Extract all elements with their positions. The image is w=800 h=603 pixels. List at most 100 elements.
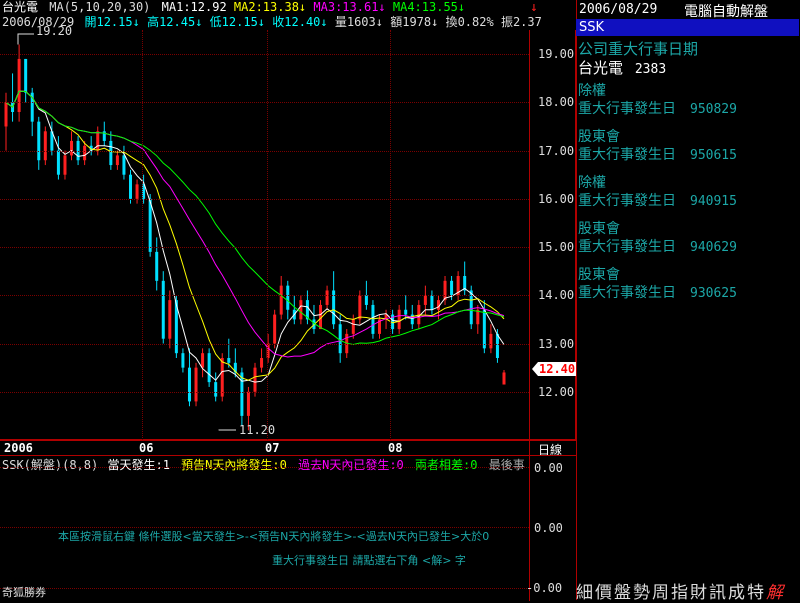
tab-7[interactable]: 訊 <box>709 578 726 600</box>
candle-body[interactable] <box>398 310 401 329</box>
candle-body[interactable] <box>299 300 302 319</box>
event-row[interactable]: 重大行事發生日950615 <box>578 144 737 164</box>
indicator-ytick: 0.00 <box>534 521 563 535</box>
candle-body[interactable] <box>444 281 447 300</box>
candle-body[interactable] <box>358 295 361 319</box>
panel-stock-name: 台光電 <box>578 59 623 77</box>
candle-body[interactable] <box>476 310 479 324</box>
candle-body[interactable] <box>201 353 204 367</box>
stock-name[interactable]: 台光電 <box>2 0 38 14</box>
candle-body[interactable] <box>214 382 217 396</box>
event-row[interactable]: 重大行事發生日940629 <box>578 236 737 256</box>
candle-body[interactable] <box>496 334 499 358</box>
candle-body[interactable] <box>44 131 47 160</box>
event-label: 重大行事發生日 <box>578 285 676 301</box>
panel-title: 電腦自動解盤 <box>684 1 768 21</box>
candle-body[interactable] <box>352 319 355 333</box>
candle-body[interactable] <box>273 315 276 344</box>
candle-body[interactable] <box>489 334 492 348</box>
candle-body[interactable] <box>339 324 342 353</box>
indicator-gridline <box>0 588 529 589</box>
price-gridline <box>0 344 529 345</box>
header-line-2: 2006/08/29 開12.15↓ 高12.45↓ 低12.15↓ 收12.4… <box>2 15 542 29</box>
candle-body[interactable] <box>254 368 257 392</box>
candle-body[interactable] <box>136 184 139 198</box>
candle-body[interactable] <box>18 59 21 112</box>
candle-body[interactable] <box>70 141 73 155</box>
software-brand: 奇狐勝券 <box>2 584 46 600</box>
tab-10[interactable]: 解 <box>766 578 783 600</box>
candle-body[interactable] <box>450 281 453 295</box>
tab-4[interactable]: 周 <box>652 578 669 600</box>
event-type[interactable]: 股東會 <box>578 264 620 284</box>
tab-5[interactable]: 指 <box>671 578 688 600</box>
event-type[interactable]: 股東會 <box>578 218 620 238</box>
high-price: 高12.45↓ <box>147 15 202 29</box>
event-row[interactable]: 重大行事發生日940915 <box>578 190 737 210</box>
down-arrow-icon[interactable]: ↓ <box>530 0 538 15</box>
candle-body[interactable] <box>5 102 8 126</box>
candle-body[interactable] <box>240 372 243 415</box>
candle-body[interactable] <box>155 252 158 281</box>
tab-6[interactable]: 財 <box>690 578 707 600</box>
tab-8[interactable]: 成 <box>728 578 745 600</box>
candle-body[interactable] <box>96 131 99 150</box>
price-chart[interactable] <box>0 30 530 440</box>
indicator-last: 最後事 <box>489 458 525 472</box>
event-type[interactable]: 除權 <box>578 172 606 192</box>
candle-body[interactable] <box>63 155 66 174</box>
candle-body[interactable] <box>371 305 374 334</box>
candle-body[interactable] <box>37 122 40 161</box>
candle-body[interactable] <box>162 281 165 339</box>
panel-date: 2006/08/29 <box>579 2 657 17</box>
amplitude: 振2.37 <box>501 15 542 29</box>
panel-stock-code: 2383 <box>635 62 666 77</box>
candle-body[interactable] <box>247 392 250 416</box>
candle-body[interactable] <box>365 295 368 305</box>
candle-body[interactable] <box>208 353 211 382</box>
candle-body[interactable] <box>24 59 27 93</box>
tab-1[interactable]: 價 <box>595 578 612 600</box>
candle-body[interactable] <box>424 295 427 305</box>
x-label-2006: 2006 <box>4 441 33 455</box>
time-gridline <box>142 30 143 440</box>
candle-body[interactable] <box>404 310 407 315</box>
event-date: 940629 <box>690 240 737 255</box>
event-type[interactable]: 除權 <box>578 80 606 100</box>
event-row[interactable]: 重大行事發生日930625 <box>578 282 737 302</box>
candle-body[interactable] <box>116 155 119 165</box>
indicator-panel[interactable]: SSK(解盤)(8,8) 當天發生:1 預告N天內將發生:0 過去N天內已發生:… <box>0 455 576 601</box>
candle-body[interactable] <box>195 368 198 402</box>
candle-body[interactable] <box>227 358 230 363</box>
tab-3[interactable]: 勢 <box>633 578 650 600</box>
candle-body[interactable] <box>503 372 506 384</box>
candle-body[interactable] <box>129 175 132 199</box>
ma-params[interactable]: MA(5,10,20,30) <box>49 0 150 14</box>
candle-body[interactable] <box>286 286 289 310</box>
ma2-value: MA2:13.38↓ <box>234 0 306 14</box>
ma1-value: MA1:12.92 <box>162 0 227 14</box>
event-row[interactable]: 重大行事發生日950829 <box>578 98 737 118</box>
candle-body[interactable] <box>188 368 191 402</box>
candle-body[interactable] <box>260 358 263 368</box>
candle-body[interactable] <box>181 353 184 367</box>
candle-body[interactable] <box>280 286 283 315</box>
candle-body[interactable] <box>83 146 86 160</box>
ssk-tab-bar[interactable]: SSK <box>576 19 799 36</box>
candle-body[interactable] <box>326 290 329 304</box>
candle-body[interactable] <box>417 305 420 324</box>
candle-body[interactable] <box>122 155 125 174</box>
period-low-label: 11.20 <box>239 423 275 437</box>
candle-body[interactable] <box>57 151 60 175</box>
candle-body[interactable] <box>149 199 152 252</box>
tab-0[interactable]: 細 <box>576 578 593 600</box>
event-type[interactable]: 股東會 <box>578 126 620 146</box>
tab-2[interactable]: 盤 <box>614 578 631 600</box>
candle-body[interactable] <box>430 295 433 309</box>
ssk-tab-label: SSK <box>579 20 604 35</box>
tab-9[interactable]: 特 <box>747 578 764 600</box>
high-pointer <box>18 34 34 44</box>
event-label: 重大行事發生日 <box>578 101 676 117</box>
candle-body[interactable] <box>168 300 171 339</box>
candle-body[interactable] <box>109 141 112 165</box>
